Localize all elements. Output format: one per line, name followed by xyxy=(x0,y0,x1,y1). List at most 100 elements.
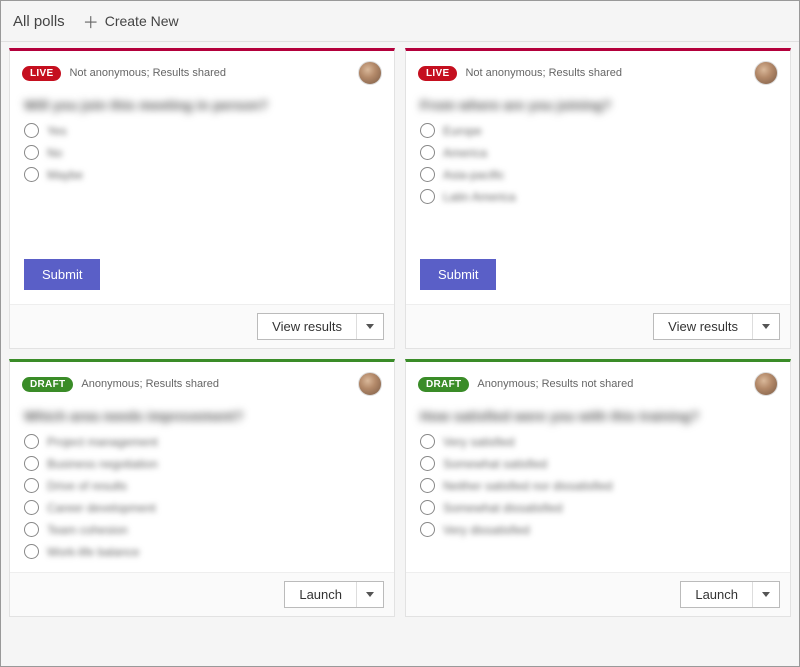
create-new-button[interactable]: ＋ Create New xyxy=(83,9,179,33)
option-label: Very satisfied xyxy=(443,435,514,449)
option-label: Work-life balance xyxy=(47,545,139,559)
poll-card: DRAFT Anonymous; Results not shared How … xyxy=(405,359,791,617)
launch-button[interactable]: Launch xyxy=(681,582,753,607)
poll-footer: View results xyxy=(10,304,394,348)
poll-option[interactable]: Maybe xyxy=(24,167,380,182)
poll-footer: Launch xyxy=(10,572,394,616)
poll-question: Which area needs improvement? xyxy=(24,408,380,424)
radio-icon xyxy=(420,123,435,138)
poll-question: From where are you joining? xyxy=(420,97,776,113)
poll-card-header: DRAFT Anonymous; Results not shared xyxy=(406,362,790,402)
option-label: Europe xyxy=(443,124,482,138)
option-label: Very dissatisfied xyxy=(443,523,530,537)
poll-card-header: LIVE Not anonymous; Results shared xyxy=(10,51,394,91)
poll-option[interactable]: Very dissatisfied xyxy=(420,522,776,537)
radio-icon xyxy=(420,478,435,493)
poll-option[interactable]: Neither satisfied nor dissatisfied xyxy=(420,478,776,493)
avatar[interactable] xyxy=(754,61,778,85)
poll-body: Will you join this meeting in person? Ye… xyxy=(10,91,394,251)
poll-card: LIVE Not anonymous; Results shared Will … xyxy=(9,48,395,349)
status-badge: DRAFT xyxy=(22,377,73,392)
poll-option[interactable]: Yes xyxy=(24,123,380,138)
dropdown-toggle[interactable] xyxy=(357,314,383,339)
view-results-button[interactable]: View results xyxy=(258,314,357,339)
poll-option[interactable]: Project management xyxy=(24,434,380,449)
dropdown-toggle[interactable] xyxy=(753,582,779,607)
submit-zone: Submit xyxy=(10,251,394,304)
status-badge: LIVE xyxy=(418,66,457,81)
option-label: Somewhat satisfied xyxy=(443,457,547,471)
option-label: No xyxy=(47,146,62,160)
poll-options: Very satisfied Somewhat satisfied Neithe… xyxy=(420,434,776,537)
radio-icon xyxy=(24,145,39,160)
dropdown-toggle[interactable] xyxy=(357,582,383,607)
radio-icon xyxy=(420,145,435,160)
poll-option[interactable]: No xyxy=(24,145,380,160)
dropdown-toggle[interactable] xyxy=(753,314,779,339)
poll-option[interactable]: Team cohesion xyxy=(24,522,380,537)
submit-zone: Submit xyxy=(406,251,790,304)
radio-icon xyxy=(24,434,39,449)
poll-meta: Not anonymous; Results shared xyxy=(69,67,226,79)
tab-all-polls[interactable]: All polls xyxy=(13,13,65,30)
header-bar: All polls ＋ Create New xyxy=(1,1,799,42)
poll-option[interactable]: Very satisfied xyxy=(420,434,776,449)
poll-options: Project management Business negotiation … xyxy=(24,434,380,559)
poll-option[interactable]: Drive of results xyxy=(24,478,380,493)
poll-option[interactable]: Asia-pacific xyxy=(420,167,776,182)
radio-icon xyxy=(24,500,39,515)
avatar[interactable] xyxy=(358,61,382,85)
chevron-down-icon xyxy=(762,592,770,597)
option-label: Somewhat dissatisfied xyxy=(443,501,562,515)
view-results-button[interactable]: View results xyxy=(654,314,753,339)
poll-option[interactable]: Work-life balance xyxy=(24,544,380,559)
option-label: Maybe xyxy=(47,168,83,182)
view-results-split-button: View results xyxy=(257,313,384,340)
poll-option[interactable]: Career development xyxy=(24,500,380,515)
radio-icon xyxy=(24,123,39,138)
option-label: Business negotiation xyxy=(47,457,158,471)
poll-question: Will you join this meeting in person? xyxy=(24,97,380,113)
status-badge: LIVE xyxy=(22,66,61,81)
status-badge: DRAFT xyxy=(418,377,469,392)
radio-icon xyxy=(24,522,39,537)
option-label: Career development xyxy=(47,501,156,515)
poll-option[interactable]: Business negotiation xyxy=(24,456,380,471)
polls-grid: LIVE Not anonymous; Results shared Will … xyxy=(1,42,799,623)
radio-icon xyxy=(24,167,39,182)
submit-button[interactable]: Submit xyxy=(420,259,496,290)
poll-footer: Launch xyxy=(406,572,790,616)
launch-button[interactable]: Launch xyxy=(285,582,357,607)
avatar[interactable] xyxy=(754,372,778,396)
poll-option[interactable]: Somewhat dissatisfied xyxy=(420,500,776,515)
poll-option[interactable]: Latin America xyxy=(420,189,776,204)
view-results-split-button: View results xyxy=(653,313,780,340)
avatar[interactable] xyxy=(358,372,382,396)
poll-card: LIVE Not anonymous; Results shared From … xyxy=(405,48,791,349)
radio-icon xyxy=(420,167,435,182)
radio-icon xyxy=(420,522,435,537)
option-label: Drive of results xyxy=(47,479,127,493)
radio-icon xyxy=(420,456,435,471)
chevron-down-icon xyxy=(366,324,374,329)
poll-option[interactable]: Somewhat satisfied xyxy=(420,456,776,471)
launch-split-button: Launch xyxy=(680,581,780,608)
poll-option[interactable]: America xyxy=(420,145,776,160)
radio-icon xyxy=(24,478,39,493)
poll-body: How satisfied were you with this trainin… xyxy=(406,402,790,572)
option-label: America xyxy=(443,146,487,160)
poll-card-header: LIVE Not anonymous; Results shared xyxy=(406,51,790,91)
poll-question: How satisfied were you with this trainin… xyxy=(420,408,776,424)
create-new-label: Create New xyxy=(105,13,179,29)
poll-option[interactable]: Europe xyxy=(420,123,776,138)
option-label: Asia-pacific xyxy=(443,168,504,182)
poll-meta: Anonymous; Results not shared xyxy=(477,378,633,390)
chevron-down-icon xyxy=(366,592,374,597)
poll-card: DRAFT Anonymous; Results shared Which ar… xyxy=(9,359,395,617)
poll-options: Yes No Maybe xyxy=(24,123,380,182)
poll-options: Europe America Asia-pacific Latin Americ… xyxy=(420,123,776,204)
radio-icon xyxy=(24,544,39,559)
option-label: Team cohesion xyxy=(47,523,128,537)
poll-meta: Not anonymous; Results shared xyxy=(465,67,622,79)
submit-button[interactable]: Submit xyxy=(24,259,100,290)
